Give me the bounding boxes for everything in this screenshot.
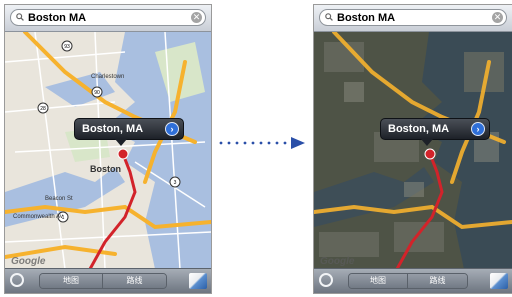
location-callout[interactable]: Boston, MA ›	[74, 118, 184, 146]
search-bar: Boston MA ✕	[314, 5, 512, 32]
page-curl-icon[interactable]	[189, 273, 207, 289]
transition-arrow	[219, 137, 305, 149]
disclosure-icon[interactable]: ›	[471, 122, 485, 136]
map-label-charlestown: Charlestown	[91, 74, 124, 80]
segment-directions[interactable]: 路线	[408, 274, 467, 288]
callout-tail	[421, 139, 433, 146]
map-view[interactable]: Boston, MA ›	[314, 32, 512, 269]
search-input[interactable]: Boston MA ✕	[319, 9, 507, 26]
route-shield: 93	[64, 44, 70, 50]
bottom-toolbar: 地图 路线	[314, 268, 512, 293]
search-bar: Boston MA ✕	[5, 5, 211, 32]
clear-icon[interactable]: ✕	[492, 12, 503, 23]
mode-segmented-control: 地图 路线	[39, 273, 167, 289]
search-icon	[325, 13, 333, 21]
route-shield: 90	[94, 90, 100, 96]
map-label-beacon: Beacon St	[45, 196, 73, 202]
map-screen-satellite: Boston MA ✕ Boston, MA › Google 地图 路线	[313, 4, 512, 294]
search-input[interactable]: Boston MA ✕	[10, 9, 206, 26]
segment-directions[interactable]: 路线	[103, 274, 166, 288]
segment-map[interactable]: 地图	[349, 274, 408, 288]
street-map: Boston Charlestown Beacon St Commonwealt…	[5, 32, 211, 269]
search-value: Boston MA	[337, 12, 396, 24]
locate-icon[interactable]	[10, 273, 24, 287]
map-label-commonwealth: Commonwealth Av	[13, 214, 63, 220]
segment-map[interactable]: 地图	[40, 274, 103, 288]
map-label-boston: Boston	[90, 164, 121, 174]
location-callout[interactable]: Boston, MA ›	[380, 118, 490, 146]
mode-segmented-control: 地图 路线	[348, 273, 468, 289]
page-curl-icon[interactable]	[490, 273, 508, 289]
attribution-logo: Google	[11, 256, 46, 267]
callout-title: Boston, MA	[82, 123, 144, 135]
callout-title: Boston, MA	[388, 123, 450, 135]
bottom-toolbar: 地图 路线	[5, 268, 211, 293]
search-icon	[16, 13, 24, 21]
attribution-logo: Google	[320, 256, 355, 267]
map-screen-standard: Boston MA ✕ Boston Charlestown Beacon St…	[4, 4, 212, 294]
route-shield: 28	[40, 106, 46, 112]
search-value: Boston MA	[28, 12, 87, 24]
satellite-map	[314, 32, 512, 269]
disclosure-icon[interactable]: ›	[165, 122, 179, 136]
route-shield: 1	[62, 215, 65, 221]
clear-icon[interactable]: ✕	[191, 12, 202, 23]
callout-tail	[115, 139, 127, 146]
route-shield: 3	[174, 180, 177, 186]
locate-icon[interactable]	[319, 273, 333, 287]
map-view[interactable]: Boston Charlestown Beacon St Commonwealt…	[5, 32, 211, 269]
